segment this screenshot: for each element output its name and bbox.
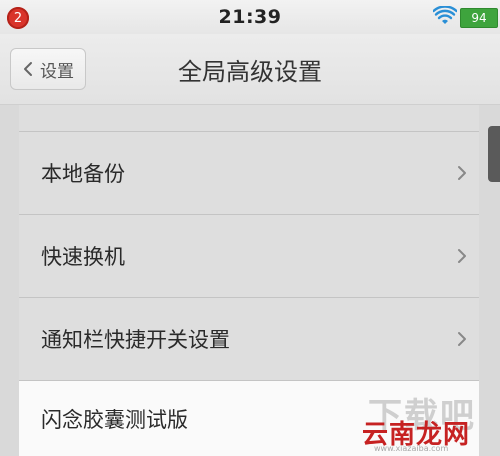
notification-badge[interactable]: 2 — [7, 7, 29, 29]
list-item-label: 闪念胶囊测试版 — [41, 407, 188, 432]
list-item-label: 快速换机 — [41, 245, 125, 269]
navigation-bar: 设置 全局高级设置 — [0, 34, 500, 105]
list-top-edge — [19, 105, 479, 132]
list-item-label: 通知栏快捷开关设置 — [41, 328, 230, 352]
chevron-right-icon — [458, 249, 466, 263]
chevron-right-icon — [458, 332, 466, 346]
status-clock: 21:39 — [218, 6, 282, 28]
scrollbar-thumb[interactable] — [488, 126, 500, 182]
list-item-local-backup[interactable]: 本地备份 — [19, 132, 479, 215]
back-button-label: 设置 — [40, 61, 74, 82]
chevron-left-icon — [24, 62, 32, 76]
wifi-icon — [433, 6, 457, 24]
list-item-label: 本地备份 — [41, 162, 125, 186]
list-item-flash-capsule-beta[interactable]: 闪念胶囊测试版 — [19, 381, 479, 456]
status-bar: 2 21:39 94 — [0, 0, 500, 34]
list-item-quick-switch[interactable]: 快速换机 — [19, 215, 479, 298]
battery-indicator: 94 — [460, 8, 498, 28]
back-button[interactable]: 设置 — [10, 48, 86, 90]
settings-list: 本地备份 快速换机 通知栏快捷开关设置 闪念胶囊测试版 — [19, 105, 479, 456]
chevron-right-icon — [458, 166, 466, 180]
list-item-notification-shortcuts[interactable]: 通知栏快捷开关设置 — [19, 298, 479, 381]
